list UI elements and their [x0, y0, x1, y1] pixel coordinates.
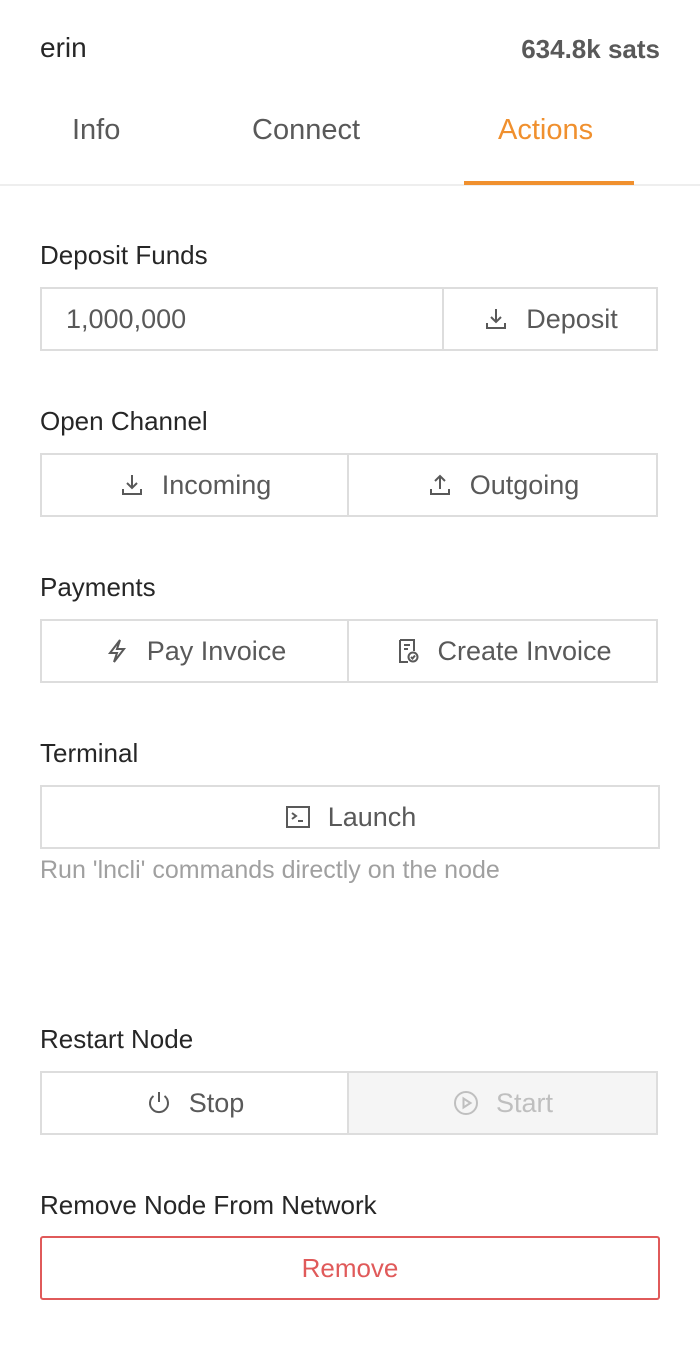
remove-node-button[interactable]: Remove [40, 1236, 660, 1300]
start-button-label: Start [495, 1087, 554, 1118]
tab-bar: Info Connect Actions [0, 100, 700, 186]
deposit-funds-label: Deposit Funds [40, 240, 208, 270]
deposit-button[interactable]: Deposit [444, 287, 658, 351]
tab-info[interactable]: Info [72, 114, 120, 147]
launch-terminal-button[interactable]: Launch [40, 785, 660, 849]
incoming-button-label: Incoming [161, 469, 272, 500]
deposit-group: 1,000,000 Deposit [40, 287, 658, 351]
stop-button[interactable]: Stop [40, 1071, 349, 1135]
payments-label: Payments [40, 572, 156, 602]
restart-node-label: Restart Node [40, 1024, 194, 1054]
deposit-button-label: Deposit [526, 303, 618, 334]
power-icon [148, 1092, 169, 1114]
payments-group: Pay Invoice Create Invoice [40, 619, 658, 683]
upload-icon [429, 474, 450, 495]
terminal-label: Terminal [40, 738, 139, 768]
launch-button-label: Launch [327, 801, 417, 832]
deposit-amount-input[interactable]: 1,000,000 [40, 287, 444, 351]
node-header: erin 634.8k sats [0, 0, 700, 100]
restart-group: Stop Start [40, 1071, 658, 1135]
stop-button-label: Stop [188, 1087, 245, 1118]
invoice-icon [399, 639, 419, 663]
outgoing-button[interactable]: Outgoing [349, 453, 658, 517]
start-button[interactable]: Start [349, 1071, 658, 1135]
terminal-help-text: Run 'lncli' commands directly on the nod… [40, 856, 500, 884]
play-circle-icon [453, 1091, 478, 1115]
open-channel-label: Open Channel [40, 406, 208, 436]
remove-node-label: Remove Node From Network [40, 1190, 377, 1220]
incoming-button[interactable]: Incoming [40, 453, 349, 517]
create-invoice-button[interactable]: Create Invoice [349, 619, 658, 683]
tab-actions[interactable]: Actions [498, 114, 593, 147]
outgoing-button-label: Outgoing [469, 469, 580, 500]
download-icon [486, 309, 507, 329]
node-name: erin [40, 32, 87, 63]
active-tab-indicator [464, 181, 634, 185]
remove-button-label: Remove [301, 1252, 399, 1283]
pay-invoice-label: Pay Invoice [146, 635, 287, 666]
terminal-group: Launch [40, 785, 660, 849]
download-icon [121, 475, 142, 495]
node-balance: 634.8k sats [521, 34, 660, 64]
open-channel-group: Incoming Outgoing [40, 453, 658, 517]
terminal-icon [285, 806, 310, 828]
tab-connect[interactable]: Connect [252, 114, 360, 147]
create-invoice-label: Create Invoice [437, 635, 612, 666]
lightning-icon [107, 639, 126, 663]
pay-invoice-button[interactable]: Pay Invoice [40, 619, 349, 683]
